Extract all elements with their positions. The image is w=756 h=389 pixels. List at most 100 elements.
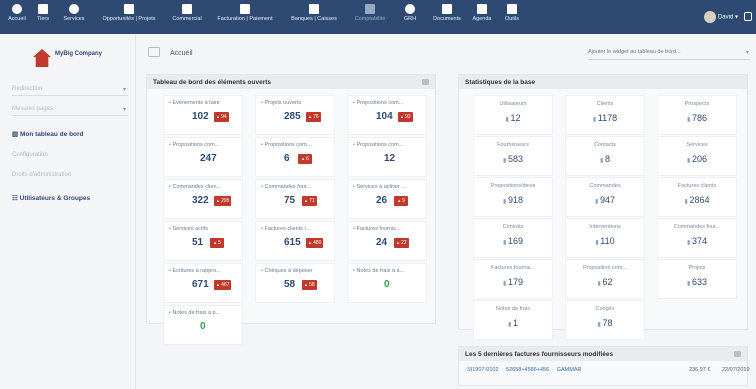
late-count-badge[interactable]: 94 xyxy=(214,112,229,122)
open-element-card[interactable]: Factures fournis... 24 22 xyxy=(347,221,427,261)
logo-icon xyxy=(33,49,51,67)
stat-value: 78 xyxy=(566,318,644,328)
stat-label: Factures fournis... xyxy=(490,265,536,271)
calendar-icon xyxy=(477,4,487,14)
card-label: Propositions com... xyxy=(169,142,241,148)
nav-facturation[interactable]: Facturation | Paiement xyxy=(212,4,278,32)
stat-label: Services xyxy=(686,142,708,148)
users-icon: ☷ xyxy=(12,195,20,202)
stat-card[interactable]: Fournisseurs 583 xyxy=(473,136,553,176)
bank-icon xyxy=(309,4,319,14)
nav-opportunites[interactable]: Opportunités | Projets xyxy=(96,4,162,32)
open-element-card[interactable]: Commandes clien... 322 295 xyxy=(163,179,243,219)
late-count-badge[interactable]: 480 xyxy=(306,238,324,248)
card-value: 247 xyxy=(200,153,217,164)
nav-services[interactable]: Services xyxy=(58,4,90,32)
nav-agenda[interactable]: Agenda xyxy=(468,4,496,32)
supplier-name[interactable]: GAMMAR xyxy=(557,367,582,373)
stat-value: 947 xyxy=(566,195,644,205)
sidebar-item-utilisateurs[interactable]: ☷ Utilisateurs & Groupes xyxy=(12,194,128,202)
sidebar-item-droits[interactable]: Droits d'administration xyxy=(12,172,128,178)
stat-card[interactable]: Prospects 786 xyxy=(657,95,737,135)
late-count-badge[interactable]: 6 xyxy=(298,154,312,164)
breadcrumb[interactable]: Accueil xyxy=(170,50,193,57)
invoice-ref[interactable]: SI1907-0102 xyxy=(467,367,499,373)
nav-outils[interactable]: Outils xyxy=(500,4,524,32)
open-element-card[interactable]: Chèques à déposer 58 58 xyxy=(255,263,335,303)
open-element-card[interactable]: Propositions com... 247 xyxy=(163,137,243,177)
open-element-card[interactable]: Propositions com... 66 xyxy=(255,137,335,177)
nav-accueil[interactable]: Accueil xyxy=(4,4,30,32)
late-count-badge[interactable]: 295 xyxy=(214,196,232,206)
stat-card[interactable]: Contacts 8 xyxy=(565,136,645,176)
stat-label: Fournisseurs xyxy=(497,142,529,148)
late-count-badge[interactable]: 22 xyxy=(394,238,409,248)
nav-commercial[interactable]: Commercial xyxy=(166,4,208,32)
open-element-card[interactable]: Factures clients i... 615 480 xyxy=(255,221,335,261)
card-value: 26 xyxy=(376,195,388,206)
suitcase-icon xyxy=(182,4,192,14)
sidebar-select-mesures[interactable]: Mesures pages xyxy=(12,106,128,116)
late-count-badge[interactable]: 9 xyxy=(394,196,408,206)
expand-icon[interactable] xyxy=(734,351,741,357)
sidebar-item-tableau-de-bord[interactable]: ▥ Mon tableau de bord xyxy=(12,130,128,138)
card-label: Services à activer ... xyxy=(353,184,425,190)
widget-search-input[interactable] xyxy=(588,49,736,55)
open-element-card[interactable]: Commandes four... 75 71 xyxy=(255,179,335,219)
stat-card[interactable]: Proposition com... 62 xyxy=(565,259,645,299)
late-count-badge[interactable]: 76 xyxy=(306,112,321,122)
stat-card[interactable]: Factures clients 2864 xyxy=(657,177,737,217)
nav-grh[interactable]: GRH xyxy=(400,4,420,32)
invoices-panel: Les 5 dernières factures fournisseurs mo… xyxy=(458,346,750,386)
card-label: Notes de frais à p... xyxy=(169,310,241,316)
stat-label: Congés xyxy=(595,306,615,312)
nav-tiers[interactable]: Tiers xyxy=(32,4,54,32)
late-count-badge[interactable]: 71 xyxy=(302,196,317,206)
card-label: Propositions com... xyxy=(353,142,425,148)
stat-card[interactable]: Commandes 947 xyxy=(565,177,645,217)
nav-documents[interactable]: Documents xyxy=(428,4,466,32)
late-count-badge[interactable]: 5 xyxy=(210,238,224,248)
logout-icon[interactable] xyxy=(744,12,752,21)
sidebar-item-configuration[interactable]: Configuration xyxy=(12,152,128,158)
open-element-card[interactable]: Écritures à rappro... 671 467 xyxy=(163,263,243,303)
nav-banques[interactable]: Banques | Caisses xyxy=(284,4,344,32)
sidebar-select-redirection[interactable]: Redirection xyxy=(12,86,128,96)
stat-card[interactable]: Interventions 110 xyxy=(565,218,645,258)
user-menu[interactable]: David ▾ xyxy=(703,11,738,23)
open-element-card[interactable]: Services actifs 51 5 xyxy=(163,221,243,261)
panel-action-icon[interactable] xyxy=(422,79,429,85)
stat-card[interactable]: Propositions/devis 918 xyxy=(473,177,553,217)
stat-card[interactable]: Services 206 xyxy=(657,136,737,176)
open-element-card[interactable]: Propositions com... 12 xyxy=(347,137,427,177)
stat-value: 1 xyxy=(474,318,552,328)
table-row[interactable]: SI1907-0102 52658+4586+456 GAMMAR 236,97… xyxy=(467,367,756,373)
stat-label: Interventions xyxy=(589,224,621,230)
stat-card[interactable]: Factures fournis... 179 xyxy=(473,259,553,299)
late-count-badge[interactable]: 467 xyxy=(214,280,232,290)
wrench-icon xyxy=(507,4,517,14)
stat-value: 633 xyxy=(658,277,736,287)
nav-comptabilite[interactable]: Comptabilité xyxy=(348,4,392,32)
open-element-card[interactable]: Notes de frais à p... 0 xyxy=(163,305,243,345)
company-logo[interactable]: MyBig Company xyxy=(33,48,103,70)
stat-card[interactable]: Contrats 169 xyxy=(473,218,553,258)
stat-card[interactable]: Projets 633 xyxy=(657,259,737,299)
stat-card[interactable]: Commandes four... 374 xyxy=(657,218,737,258)
stat-card[interactable]: Notes de frais 1 xyxy=(473,300,553,340)
open-element-card[interactable]: Propositions com... 104 92 xyxy=(347,95,427,135)
stat-label: Contacts xyxy=(594,142,616,148)
stat-card[interactable]: Utilisateurs 12 xyxy=(473,95,553,135)
widget-selector[interactable]: ▾ xyxy=(588,48,750,60)
home-icon xyxy=(12,4,22,14)
open-element-card[interactable]: Projets ouverts 285 76 xyxy=(255,95,335,135)
stat-card[interactable]: Congés 78 xyxy=(565,300,645,340)
late-count-badge[interactable]: 58 xyxy=(302,280,317,290)
panel-title: Tableau de bord des éléments ouverts xyxy=(147,75,435,89)
open-element-card[interactable]: Événements à faire 102 94 xyxy=(163,95,243,135)
open-element-card[interactable]: Services à activer ... 26 9 xyxy=(347,179,427,219)
card-value: 285 xyxy=(284,111,301,122)
late-count-badge[interactable]: 92 xyxy=(398,112,413,122)
stat-card[interactable]: Clients 1178 xyxy=(565,95,645,135)
open-element-card[interactable]: Notes de frais à a... 0 xyxy=(347,263,427,303)
